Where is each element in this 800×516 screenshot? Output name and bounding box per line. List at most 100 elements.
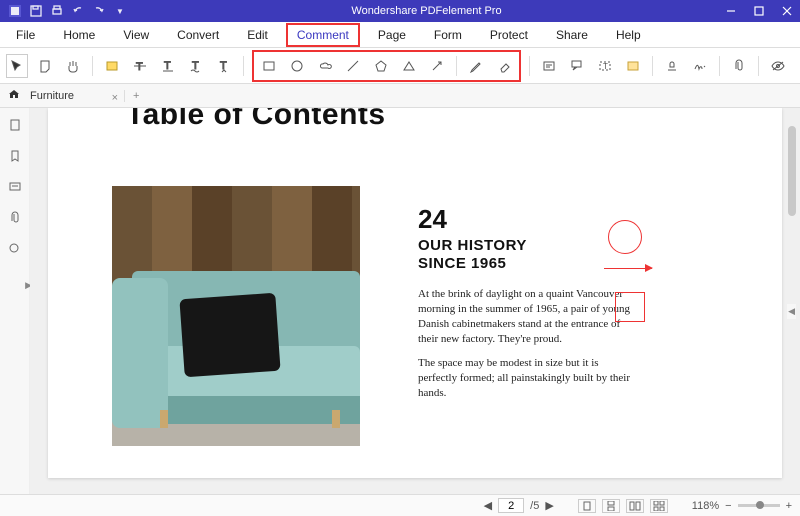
- signature-tool-icon[interactable]: [689, 54, 711, 78]
- toolbar-separator: [758, 56, 759, 76]
- square-annotation[interactable]: [615, 292, 645, 322]
- workspace: ▶ Table of Contents 24 OUR HISTORY SINCE: [0, 108, 800, 494]
- hide-annotations-icon[interactable]: [767, 54, 789, 78]
- menu-share[interactable]: Share: [546, 24, 598, 46]
- content-image: [112, 186, 360, 446]
- toolbar-separator: [529, 56, 530, 76]
- new-tab-button[interactable]: +: [125, 90, 147, 102]
- note-tool-icon[interactable]: [34, 54, 56, 78]
- textbox-tool-icon[interactable]: [538, 54, 560, 78]
- select-tool-icon[interactable]: [6, 54, 28, 78]
- toolbar-separator: [243, 56, 244, 76]
- shapes-toolbar-group: [252, 50, 521, 82]
- zoom-in-button[interactable]: +: [786, 500, 792, 512]
- print-icon[interactable]: [50, 4, 64, 18]
- arrow-shape-icon[interactable]: [426, 54, 448, 78]
- menu-file[interactable]: File: [6, 24, 45, 46]
- scrollbar-thumb[interactable]: [788, 126, 796, 216]
- continuous-view-icon[interactable]: [602, 499, 620, 513]
- next-page-button[interactable]: ▶: [545, 499, 553, 512]
- expand-right-panel-icon[interactable]: ◀: [787, 304, 796, 319]
- attachments-panel-icon[interactable]: [8, 211, 22, 228]
- thumbnails-panel-icon[interactable]: [8, 118, 22, 135]
- page-total-label: /5: [530, 500, 539, 512]
- quick-access-toolbar: ▼: [0, 4, 135, 18]
- article-number: 24: [418, 204, 638, 235]
- menu-comment[interactable]: Comment: [286, 23, 360, 47]
- eraser-tool-icon[interactable]: [493, 54, 515, 78]
- qat-dropdown-icon[interactable]: ▼: [113, 4, 127, 18]
- callout-tool-icon[interactable]: [566, 54, 588, 78]
- document-canvas[interactable]: Table of Contents 24 OUR HISTORY SINCE 1…: [30, 108, 800, 494]
- area-highlight-tool-icon[interactable]: [622, 54, 644, 78]
- save-icon[interactable]: [29, 4, 43, 18]
- pencil-tool-icon[interactable]: [465, 54, 487, 78]
- maximize-button[interactable]: [746, 0, 772, 22]
- two-page-view-icon[interactable]: [626, 499, 644, 513]
- zoom-slider-knob[interactable]: [756, 501, 764, 509]
- zoom-out-button[interactable]: −: [725, 500, 731, 512]
- caret-tool-icon[interactable]: T: [213, 54, 235, 78]
- title-bar: ▼ Wondershare PDFelement Pro: [0, 0, 800, 22]
- circle-annotation[interactable]: [608, 220, 642, 254]
- article-paragraph: At the brink of daylight on a quaint Van…: [418, 287, 638, 346]
- page-number-input[interactable]: [498, 498, 524, 513]
- article-paragraph: The space may be modest in size but it i…: [418, 356, 638, 401]
- menu-view[interactable]: View: [113, 24, 159, 46]
- zoom-slider[interactable]: [738, 504, 780, 507]
- triangle-shape-icon[interactable]: [398, 54, 420, 78]
- article-body: At the brink of daylight on a quaint Van…: [418, 287, 638, 401]
- app-logo-icon: [8, 4, 22, 18]
- toolbar-separator: [92, 56, 93, 76]
- typewriter-tool-icon[interactable]: T: [594, 54, 616, 78]
- menu-form[interactable]: Form: [424, 24, 472, 46]
- prev-page-button[interactable]: ◀: [484, 499, 492, 512]
- document-tab-bar: Furniture × +: [0, 84, 800, 108]
- toolbar-separator: [652, 56, 653, 76]
- search-panel-icon[interactable]: [8, 242, 22, 259]
- line-shape-icon[interactable]: [342, 54, 364, 78]
- attachment-tool-icon[interactable]: [728, 54, 750, 78]
- squiggly-tool-icon[interactable]: T: [185, 54, 207, 78]
- document-tab-label: Furniture: [30, 90, 74, 102]
- stamp-tool-icon[interactable]: [661, 54, 683, 78]
- arrow-annotation[interactable]: [604, 268, 652, 269]
- cloud-shape-icon[interactable]: [314, 54, 336, 78]
- circle-shape-icon[interactable]: [286, 54, 308, 78]
- comments-panel-icon[interactable]: [8, 180, 22, 197]
- hand-tool-icon[interactable]: [62, 54, 84, 78]
- left-sidebar: ▶: [0, 108, 30, 494]
- svg-text:T: T: [603, 62, 608, 71]
- svg-text:T: T: [164, 60, 171, 72]
- toolbar-separator: [456, 56, 457, 76]
- rectangle-shape-icon[interactable]: [258, 54, 280, 78]
- toc-heading: Table of Contents: [126, 108, 386, 132]
- menu-protect[interactable]: Protect: [480, 24, 538, 46]
- article-column: 24 OUR HISTORY SINCE 1965 At the brink o…: [418, 204, 638, 411]
- menu-edit[interactable]: Edit: [237, 24, 278, 46]
- highlight-tool-icon[interactable]: [101, 54, 123, 78]
- close-tab-icon[interactable]: ×: [112, 92, 118, 104]
- comment-toolbar: T T T T T: [0, 48, 800, 84]
- status-bar: ◀ /5 ▶ 118% − +: [0, 494, 800, 516]
- document-tab[interactable]: Furniture ×: [24, 90, 125, 102]
- undo-icon[interactable]: [71, 4, 85, 18]
- redo-icon[interactable]: [92, 4, 106, 18]
- svg-text:T: T: [136, 61, 143, 73]
- polygon-shape-icon[interactable]: [370, 54, 392, 78]
- two-page-continuous-view-icon[interactable]: [650, 499, 668, 513]
- zoom-level-label: 118%: [692, 500, 719, 512]
- strikethrough-tool-icon[interactable]: T: [129, 54, 151, 78]
- close-button[interactable]: [774, 0, 800, 22]
- window-controls: [718, 0, 800, 22]
- minimize-button[interactable]: [718, 0, 744, 22]
- pdf-page: Table of Contents 24 OUR HISTORY SINCE 1…: [48, 108, 782, 478]
- menu-page[interactable]: Page: [368, 24, 416, 46]
- menu-help[interactable]: Help: [606, 24, 651, 46]
- menu-convert[interactable]: Convert: [167, 24, 229, 46]
- home-tab-icon[interactable]: [4, 88, 24, 103]
- menu-home[interactable]: Home: [53, 24, 105, 46]
- bookmarks-panel-icon[interactable]: [8, 149, 22, 166]
- underline-tool-icon[interactable]: T: [157, 54, 179, 78]
- single-page-view-icon[interactable]: [578, 499, 596, 513]
